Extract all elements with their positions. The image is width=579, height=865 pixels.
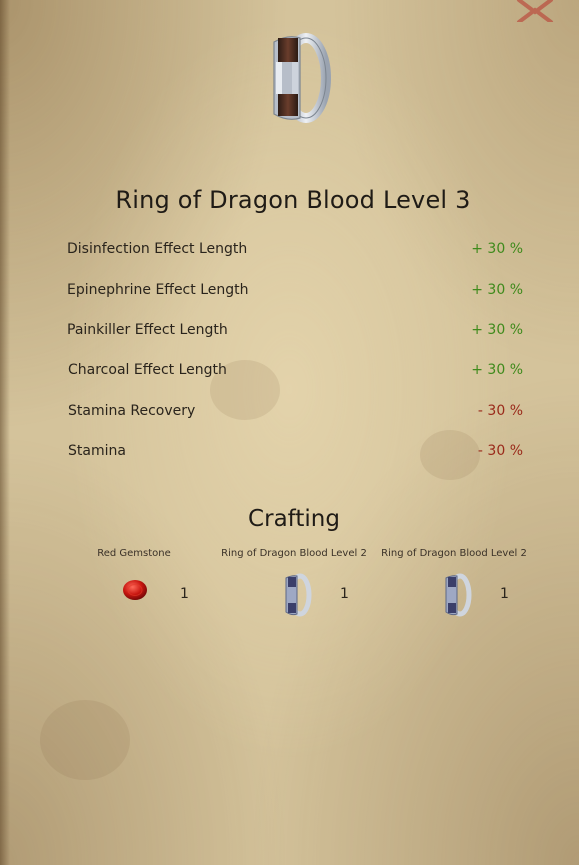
stat-row: Stamina - 30 % [67, 443, 523, 463]
ingredient-name: Ring of Dragon Blood Level 2 [381, 548, 527, 559]
stat-row: Stamina Recovery - 30 % [67, 403, 523, 423]
stat-value: + 30 % [471, 241, 523, 257]
stat-value: + 30 % [471, 322, 523, 338]
item-title: Ring of Dragon Blood Level 3 [115, 186, 471, 214]
stat-name: Painkiller Effect Length [67, 322, 228, 338]
stat-name: Stamina [68, 443, 126, 459]
stat-row: Epinephrine Effect Length + 30 % [67, 282, 523, 302]
paper-stain [40, 700, 130, 780]
close-button[interactable] [515, 0, 555, 24]
ingredient-quantity: 1 [340, 586, 349, 602]
ingredient-quantity: 1 [500, 586, 509, 602]
ring-icon [442, 573, 472, 621]
stat-value: - 30 % [477, 403, 523, 419]
ring-icon [282, 573, 312, 621]
stat-value: + 30 % [471, 282, 523, 298]
ring-icon [273, 33, 331, 123]
crafting-ingredient[interactable]: Ring of Dragon Blood Level 2 1 [374, 548, 534, 628]
stat-name: Stamina Recovery [68, 403, 196, 419]
close-icon [517, 0, 553, 24]
ingredient-quantity: 1 [180, 586, 189, 602]
book-spine-shadow [0, 0, 10, 865]
ingredient-name: Ring of Dragon Blood Level 2 [221, 548, 367, 559]
crafting-ingredient[interactable]: Red Gemstone 1 [54, 548, 214, 628]
crafting-title: Crafting [248, 506, 340, 532]
stat-row: Disinfection Effect Length + 30 % [67, 241, 523, 261]
stat-row: Charcoal Effect Length + 30 % [67, 362, 523, 382]
stat-row: Painkiller Effect Length + 30 % [67, 322, 523, 342]
red-gemstone-icon [122, 578, 148, 606]
stat-name: Charcoal Effect Length [68, 362, 227, 378]
crafting-ingredient[interactable]: Ring of Dragon Blood Level 2 1 [214, 548, 374, 628]
stat-name: Epinephrine Effect Length [67, 282, 249, 298]
item-image [266, 32, 332, 124]
stat-value: + 30 % [471, 362, 523, 378]
stat-value: - 30 % [477, 443, 523, 459]
ingredient-name: Red Gemstone [97, 548, 171, 559]
stat-name: Disinfection Effect Length [67, 241, 248, 257]
